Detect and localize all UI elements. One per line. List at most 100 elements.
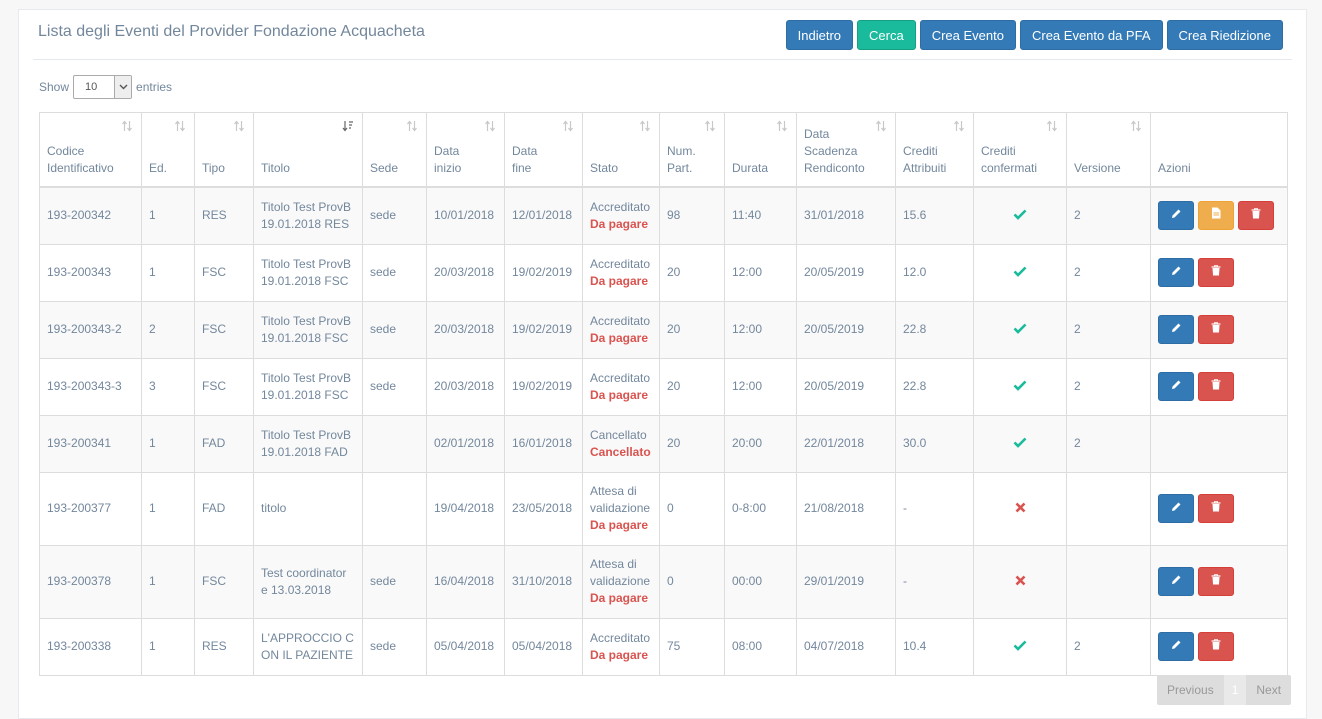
- cell-tipo: FSC: [194, 357, 254, 416]
- cell-sede: [362, 471, 427, 546]
- cell-stato: Attesa di validazione Da pagare: [582, 544, 660, 619]
- codice-text: 193-200343-2: [47, 322, 122, 336]
- pencil-icon: [1171, 207, 1182, 224]
- column-header-durata[interactable]: Durata: [724, 112, 797, 188]
- delete-button[interactable]: [1198, 632, 1234, 661]
- cell-stato: Cancellato Cancellato: [582, 414, 660, 473]
- header-actions: Indietro Cerca Crea Evento Crea Evento d…: [785, 20, 1283, 50]
- cell-data-fine: 16/01/2018: [504, 414, 583, 473]
- tipo-text: FSC: [202, 322, 226, 336]
- durata-text: 12:00: [732, 322, 763, 336]
- column-header-titolo[interactable]: Titolo: [253, 112, 363, 188]
- column-header-label: Codice: [47, 144, 85, 158]
- column-header-versione[interactable]: Versione: [1066, 112, 1151, 188]
- cell-data-inizio: 05/04/2018: [426, 617, 505, 676]
- edit-button[interactable]: [1158, 567, 1194, 596]
- document-button[interactable]: [1198, 201, 1234, 231]
- cell-tipo: FSC: [194, 300, 254, 359]
- create-reedition-button[interactable]: Crea Riedizione: [1166, 20, 1283, 50]
- stato-text: Attesa di: [590, 557, 637, 571]
- cell-durata: 0-8:00: [724, 471, 797, 546]
- delete-button[interactable]: [1198, 315, 1234, 344]
- delete-button[interactable]: [1198, 258, 1234, 287]
- create-event-from-pfa-button[interactable]: Crea Evento da PFA: [1019, 20, 1163, 50]
- durata-text: 12:00: [732, 379, 763, 393]
- cell-sede: sede: [362, 357, 427, 416]
- search-button[interactable]: Cerca: [857, 20, 916, 50]
- delete-button[interactable]: [1198, 567, 1234, 596]
- cell-tipo: FAD: [194, 471, 254, 546]
- sort-icon: [562, 120, 574, 134]
- crediti-text: 15.6: [903, 208, 927, 223]
- column-header-codice[interactable]: Codice Identificativo: [39, 112, 142, 188]
- column-header-num-part[interactable]: Num. Part.: [659, 112, 725, 188]
- next-page-button[interactable]: Next: [1246, 675, 1291, 705]
- cell-num-part: 98: [659, 186, 725, 245]
- edit-button[interactable]: [1158, 258, 1194, 287]
- cell-data-fine: 23/05/2018: [504, 471, 583, 546]
- column-header-ed[interactable]: Ed.: [141, 112, 195, 188]
- previous-page-button[interactable]: Previous: [1157, 675, 1224, 705]
- pencil-icon: [1171, 264, 1182, 281]
- cell-confermati: [973, 544, 1067, 619]
- data-inizio-text: 19/04/2018: [434, 501, 495, 515]
- cell-durata: 12:00: [724, 243, 797, 302]
- num-part-text: 20: [667, 322, 681, 336]
- cell-scadenza: 04/07/2018: [796, 617, 896, 676]
- cell-durata: 12:00: [724, 357, 797, 416]
- column-header-crediti-confermati[interactable]: Crediti confermati: [973, 112, 1067, 188]
- column-header-stato[interactable]: Stato: [582, 112, 660, 188]
- trash-icon: [1251, 207, 1261, 224]
- column-header-label: Crediti: [903, 144, 938, 158]
- chevron-down-icon: [114, 76, 132, 98]
- pencil-icon: [1171, 321, 1182, 338]
- delete-button[interactable]: [1238, 201, 1274, 231]
- versione-text: 2: [1074, 265, 1081, 279]
- cell-scadenza: 20/05/2019: [796, 300, 896, 359]
- scadenza-text: 04/07/2018: [804, 639, 865, 653]
- column-header-crediti-attribuiti[interactable]: Crediti Attribuiti: [895, 112, 974, 188]
- data-inizio-text: 10/01/2018: [434, 208, 495, 223]
- back-button[interactable]: Indietro: [785, 20, 854, 50]
- row-actions: [1158, 372, 1280, 401]
- column-header-data-fine[interactable]: Data fine: [504, 112, 583, 188]
- delete-button[interactable]: [1198, 372, 1234, 401]
- ed-text: 1: [149, 436, 156, 450]
- show-label: Show: [39, 80, 70, 94]
- codice-text: 193-200378: [47, 574, 112, 588]
- column-header-data-inizio[interactable]: Data inizio: [426, 112, 505, 188]
- column-header-tipo[interactable]: Tipo: [194, 112, 254, 188]
- durata-text: 20:00: [732, 436, 763, 450]
- num-part-text: 98: [667, 208, 681, 223]
- num-part-text: 20: [667, 379, 681, 393]
- column-header-label: Durata: [732, 161, 769, 175]
- column-header-label: Sede: [370, 161, 399, 175]
- cell-durata: 20:00: [724, 414, 797, 473]
- edit-button[interactable]: [1158, 201, 1194, 231]
- cell-scadenza: 20/05/2019: [796, 357, 896, 416]
- cell-azioni: [1150, 300, 1288, 359]
- create-event-button[interactable]: Crea Evento: [919, 20, 1016, 50]
- cell-ed: 1: [141, 186, 195, 245]
- column-header-sede[interactable]: Sede: [362, 112, 427, 188]
- row-actions: [1158, 632, 1280, 661]
- column-header-label: Tipo: [202, 161, 225, 175]
- page-1-button[interactable]: 1: [1223, 675, 1247, 705]
- edit-button[interactable]: [1158, 632, 1194, 661]
- cell-versione: 2: [1066, 243, 1151, 302]
- column-header-data-scadenza-rendiconto[interactable]: Data Scadenza Rendiconto: [796, 112, 896, 188]
- delete-button[interactable]: [1198, 494, 1234, 523]
- payment-status-badge: Da pagare: [590, 518, 649, 532]
- entries-select[interactable]: 10: [73, 75, 133, 99]
- edit-button[interactable]: [1158, 494, 1194, 523]
- data-inizio-text: 02/01/2018: [434, 436, 495, 450]
- data-fine-text: 12/01/2018: [512, 208, 573, 223]
- cell-data-inizio: 10/01/2018: [426, 186, 505, 245]
- edit-button[interactable]: [1158, 315, 1194, 344]
- versione-text: 2: [1074, 379, 1081, 393]
- edit-button[interactable]: [1158, 372, 1194, 401]
- cell-codice: 193-200343-3: [39, 357, 142, 416]
- cell-sede: [362, 414, 427, 473]
- crediti-text: 30.0: [903, 436, 927, 450]
- data-fine-text: 05/04/2018: [512, 639, 573, 653]
